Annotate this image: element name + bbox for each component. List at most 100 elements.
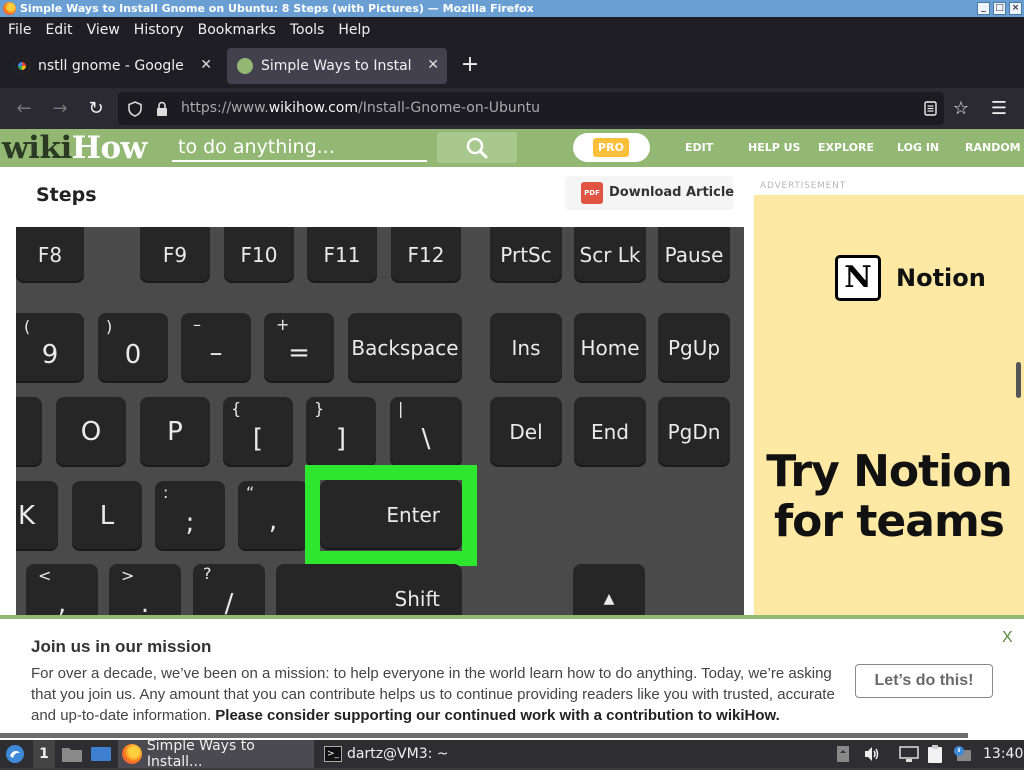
key-o: O: [56, 397, 126, 467]
pro-button[interactable]: PRO: [573, 133, 650, 162]
menu-help[interactable]: Help: [338, 22, 370, 38]
close-window-button[interactable]: ×: [1009, 2, 1022, 15]
key-pgdn: PgDn: [658, 397, 730, 467]
tab-google-search[interactable]: nstll gnome - Google Sea ✕: [4, 48, 220, 84]
menu-bookmarks[interactable]: Bookmarks: [198, 22, 276, 38]
search-icon: [466, 137, 488, 159]
key-quote: “,: [238, 481, 308, 551]
key-f8: F8: [16, 227, 84, 283]
close-tab-icon[interactable]: ✕: [427, 57, 439, 73]
start-menu-button[interactable]: [5, 740, 25, 768]
network-icon: [899, 746, 919, 762]
hamburger-menu-icon[interactable]: ☰: [988, 98, 1010, 120]
window-title: Simple Ways to Install Gnome on Ubuntu: …: [20, 2, 534, 15]
workspace-switcher[interactable]: 1: [33, 740, 55, 768]
bookmark-star-icon[interactable]: ☆: [950, 98, 972, 120]
key-semicolon: :;: [155, 481, 225, 551]
lets-do-this-button[interactable]: Let’s do this!: [855, 664, 993, 698]
key-f11: F11: [307, 227, 377, 283]
site-search-input[interactable]: to do anything...: [172, 133, 427, 162]
key-equals: + =: [264, 313, 334, 383]
window-titlebar: Simple Ways to Install Gnome on Ubuntu: …: [0, 0, 1024, 17]
firefox-icon: [122, 744, 142, 764]
notion-advertisement[interactable]: N Notion Try Notion for teams: [754, 195, 1024, 615]
site-search-button[interactable]: [437, 132, 517, 163]
tray-scroll-indicator[interactable]: [836, 740, 850, 768]
key-backslash: | \: [390, 397, 462, 467]
nav-explore[interactable]: EXPLORE: [818, 141, 874, 154]
desktop-icon: [91, 747, 111, 761]
taskbar-app-terminal[interactable]: >_ dartz@VM3: ~: [320, 740, 490, 768]
download-article-button[interactable]: PDF Download Article: [565, 176, 735, 210]
download-article-label: Download Article: [609, 185, 735, 200]
tab-wikihow[interactable]: Simple Ways to Install Gr ✕: [227, 48, 447, 84]
key-ins: Ins: [490, 313, 562, 383]
clipboard-button[interactable]: [926, 740, 944, 768]
address-bar[interactable]: https://www.wikihow.com/Install-Gnome-on…: [118, 92, 944, 125]
pro-badge: PRO: [593, 138, 629, 157]
key-minus: – –: [181, 313, 251, 383]
key-home: Home: [574, 313, 646, 383]
terminal-icon: >_: [324, 746, 342, 762]
forward-button[interactable]: →: [49, 98, 71, 120]
app-menu-icon: [6, 745, 24, 763]
maximize-button[interactable]: □: [993, 2, 1006, 15]
file-manager-launcher[interactable]: [61, 740, 83, 768]
key-prtsc: PrtSc: [490, 227, 562, 283]
donation-banner: Join us in our mission For over a decade…: [0, 615, 1024, 740]
notification-button[interactable]: [952, 740, 972, 768]
notification-icon: [954, 746, 971, 761]
shield-icon[interactable]: [128, 101, 142, 117]
nav-edit[interactable]: EDIT: [685, 141, 713, 154]
key-arrow-up: ▲: [573, 564, 645, 615]
notion-logo-icon: N: [835, 255, 881, 301]
pdf-icon: PDF: [581, 182, 603, 204]
navigation-bar: ← → ↻ https://www.wikihow.com/Install-Gn…: [0, 88, 1024, 129]
volume-button[interactable]: [863, 740, 881, 768]
page-scrollbar-thumb[interactable]: [1016, 362, 1021, 398]
new-tab-button[interactable]: +: [458, 53, 482, 77]
wikihow-logo[interactable]: wikiHow: [2, 130, 147, 166]
nav-random[interactable]: RANDOM: [965, 141, 1021, 154]
reload-button[interactable]: ↻: [85, 98, 107, 120]
taskbar-app-label: dartz@VM3: ~: [347, 746, 449, 762]
close-tab-icon[interactable]: ✕: [200, 57, 212, 73]
step-image-keyboard: F8 F9 F10 F11 F12 PrtSc Scr Lk Pause (9 …: [16, 227, 744, 615]
menu-tools[interactable]: Tools: [290, 22, 325, 38]
banner-close-button[interactable]: X: [1002, 629, 1013, 647]
banner-title: Join us in our mission: [31, 637, 212, 656]
key-bracket-left: {[: [223, 397, 293, 467]
key-comma: <,: [26, 564, 98, 615]
lock-icon[interactable]: [156, 101, 168, 117]
back-button[interactable]: ←: [13, 98, 35, 120]
menu-view[interactable]: View: [87, 22, 120, 38]
network-button[interactable]: [898, 740, 920, 768]
show-desktop-launcher[interactable]: [90, 740, 112, 768]
menu-bar: File Edit View History Bookmarks Tools H…: [0, 17, 1024, 43]
horizontal-scrollbar[interactable]: [0, 733, 968, 738]
banner-body: For over a decade, we’ve been on a missi…: [31, 665, 835, 724]
key-i-partial: [16, 397, 42, 467]
key-period: >.: [109, 564, 181, 615]
reader-view-icon[interactable]: [924, 101, 937, 116]
minimize-button[interactable]: _: [977, 2, 990, 15]
nav-help-us[interactable]: HELP US: [748, 141, 800, 154]
url-text: https://www.wikihow.com/Install-Gnome-on…: [181, 100, 541, 116]
menu-history[interactable]: History: [134, 22, 184, 38]
tab-label: Simple Ways to Install Gr: [261, 58, 411, 74]
menu-file[interactable]: File: [8, 22, 31, 38]
key-del: Del: [490, 397, 562, 467]
taskbar-app-firefox[interactable]: Simple Ways to Install...: [118, 738, 314, 770]
ad-brand-name: Notion: [896, 264, 986, 292]
key-pause: Pause: [658, 227, 730, 283]
key-f10: F10: [224, 227, 294, 283]
volume-icon: [865, 747, 879, 761]
enter-key-highlight: [305, 465, 477, 566]
key-f12: F12: [391, 227, 461, 283]
menu-edit[interactable]: Edit: [45, 22, 72, 38]
clock: 13:40: [983, 746, 1024, 762]
taskbar: 1 Simple Ways to Install... >_ dartz@VM3…: [0, 738, 1024, 770]
key-slash: ? /: [193, 564, 265, 615]
nav-log-in[interactable]: LOG IN: [897, 141, 939, 154]
wikihow-favicon-icon: [237, 58, 253, 74]
